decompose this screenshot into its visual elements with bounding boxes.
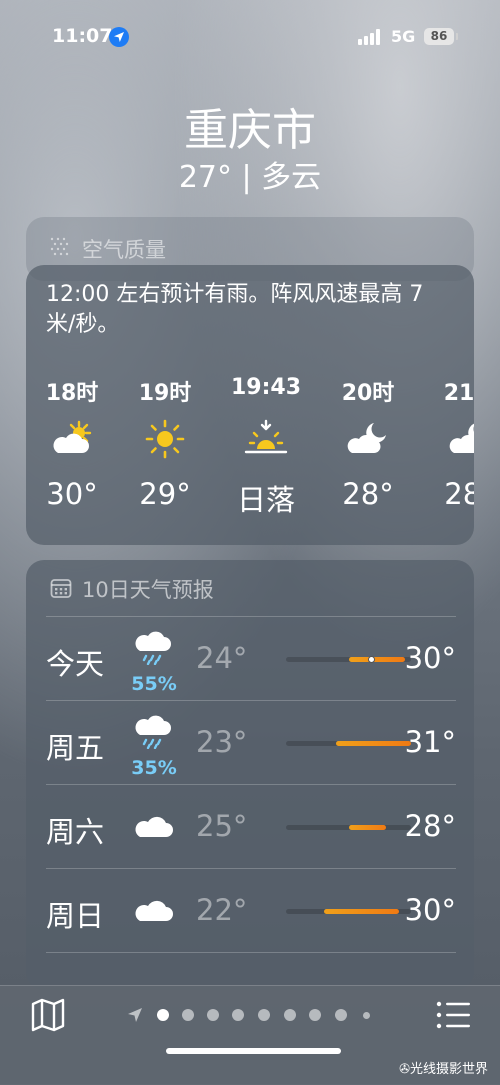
hour-temp: 28°: [342, 477, 394, 511]
hourly-item: 19:43 日落: [226, 375, 306, 519]
page-dot[interactable]: [232, 1009, 244, 1021]
current-summary: 27° | 多云: [178, 160, 322, 195]
temp-range-fill: [348, 825, 386, 830]
map-icon[interactable]: [30, 998, 66, 1032]
watermark-text: 光线摄影世界: [409, 1062, 488, 1077]
forecast-row[interactable]: 今天 55% 24° 30°: [46, 616, 456, 701]
watermark: ✇光线摄影世界: [399, 1058, 488, 1077]
forecast-day: 今天: [46, 647, 105, 681]
watermark-icon: ✇: [399, 1062, 410, 1077]
rain-icon: [135, 715, 171, 749]
page-indicator[interactable]: [126, 1006, 376, 1024]
status-bar: 11:07 5G 86: [0, 0, 500, 74]
hourly-item: 19时 29°: [125, 375, 205, 511]
partly-sunny-icon: [53, 420, 92, 453]
calendar-icon: [50, 579, 72, 598]
forecast-day: 周日: [46, 899, 105, 933]
hour-time: 21时: [443, 381, 474, 406]
cellular-signal-icon: [358, 29, 384, 45]
temp-low: 24°: [196, 641, 248, 675]
hour-time: 19时: [138, 381, 192, 406]
hourly-forecast-card[interactable]: 12:00 左右预计有雨。阵风风速最高 7 米/秒。 18时 30° 19时 2…: [26, 265, 474, 545]
temp-high: 30°: [404, 641, 456, 675]
network-type: 5G: [391, 27, 416, 46]
cloud-icon: [135, 900, 173, 921]
precip-chance: 35%: [131, 757, 177, 779]
temp-range-bar: [286, 741, 411, 746]
location-page-icon: [128, 1008, 142, 1022]
temp-range-fill: [323, 909, 399, 914]
page-dot[interactable]: [284, 1009, 296, 1021]
temp-high: 28°: [404, 809, 456, 843]
current-temp-marker: [367, 656, 375, 663]
temp-low: 23°: [196, 725, 248, 759]
hour-temp: 29°: [139, 477, 191, 511]
temp-low: 25°: [196, 809, 248, 843]
temp-range-fill: [336, 741, 411, 746]
cloud-icon: [135, 816, 173, 837]
page-dot[interactable]: [182, 1009, 194, 1021]
precip-chance: 55%: [131, 673, 177, 695]
temp-range-bar: [286, 909, 411, 914]
air-quality-title: 空气质量: [82, 238, 166, 262]
ten-day-forecast-card[interactable]: 10日天气预报 今天 55% 24° 30° 周五 35% 23° 31° 周六…: [26, 560, 474, 990]
sun-icon: [145, 419, 185, 459]
forecast-title: 10日天气预报: [82, 578, 214, 602]
hourly-item: 20时 28°: [328, 375, 408, 511]
home-indicator: [166, 1048, 341, 1054]
page-dot[interactable]: [363, 1012, 370, 1019]
forecast-row[interactable]: 周五 35% 23° 31°: [46, 700, 456, 785]
forecast-row[interactable]: 周日 22° 30°: [46, 868, 456, 953]
forecast-row[interactable]: 周六 25° 28°: [46, 784, 456, 869]
sunset-icon: [244, 419, 288, 454]
hour-time: 19:43: [230, 375, 302, 400]
list-icon[interactable]: [436, 1000, 472, 1030]
location-arrow-icon: [109, 27, 129, 47]
hourly-item: 21时 28°: [430, 375, 474, 511]
status-time: 11:07: [52, 25, 113, 47]
page-dot[interactable]: [157, 1009, 169, 1021]
page-dot[interactable]: [207, 1009, 219, 1021]
page-dot[interactable]: [309, 1009, 321, 1021]
partly-cloudy-night-icon: [347, 423, 386, 453]
partly-cloudy-night-icon: [449, 423, 474, 453]
hour-temp: 28°: [444, 477, 474, 511]
battery-tip: [456, 33, 458, 40]
forecast-day: 周五: [46, 731, 105, 765]
temp-range-bar: [286, 656, 411, 663]
hour-time: 20时: [341, 381, 395, 406]
haze-icon: [50, 237, 69, 256]
rain-icon: [135, 631, 171, 665]
battery-icon: 86: [424, 28, 454, 45]
page-dot[interactable]: [335, 1009, 347, 1021]
city-name: 重庆市: [184, 105, 316, 156]
temp-range-fill: [348, 657, 405, 662]
page-dot[interactable]: [258, 1009, 270, 1021]
hour-temp: 30°: [46, 477, 98, 511]
hour-temp: 日落: [236, 483, 295, 517]
temp-high: 30°: [404, 893, 456, 927]
hourly-description: 12:00 左右预计有雨。阵风风速最高 7 米/秒。: [46, 282, 424, 337]
temp-high: 31°: [404, 725, 456, 759]
temp-low: 22°: [196, 893, 248, 927]
hour-time: 18时: [45, 381, 99, 406]
forecast-day: 周六: [46, 815, 105, 849]
hourly-item: 18时 30°: [32, 375, 112, 511]
temp-range-bar: [286, 825, 411, 830]
